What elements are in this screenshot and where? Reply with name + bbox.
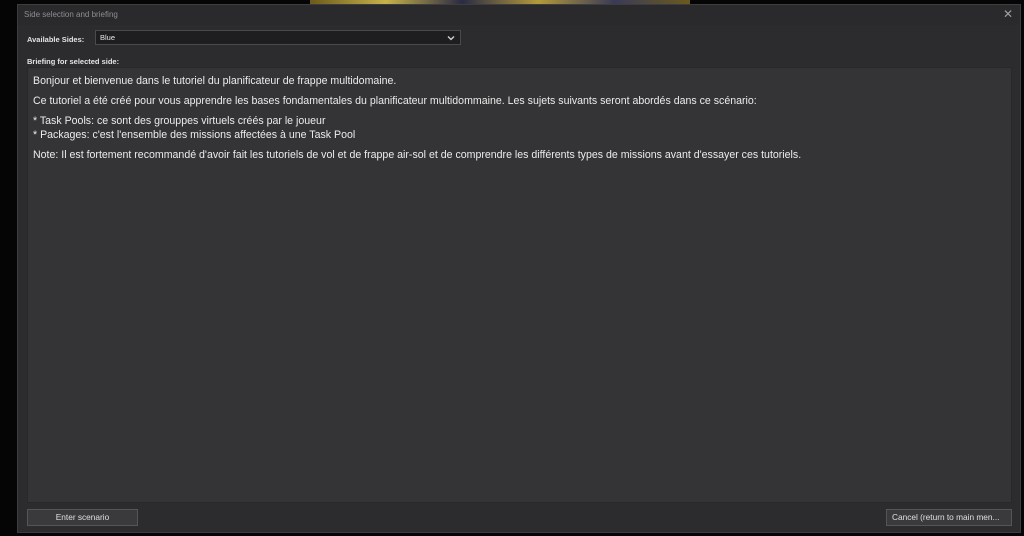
title-bar: Side selection and briefing ✕ (18, 5, 1020, 25)
enter-scenario-button[interactable]: Enter scenario (27, 509, 138, 526)
briefing-paragraph: Ce tutoriel a été créé pour vous apprend… (33, 95, 757, 107)
briefing-paragraph: Bonjour et bienvenue dans le tutoriel du… (33, 75, 397, 87)
briefing-note: Note: Il est fortement recommandé d'avoi… (33, 149, 802, 161)
available-sides-label: Available Sides: (27, 35, 85, 44)
window-title: Side selection and briefing (24, 10, 118, 19)
briefing-bullet: * Packages: c'est l'ensemble des mission… (33, 129, 356, 141)
briefing-bullet-list: * Task Pools: ce sont des grouppes virtu… (33, 114, 1006, 142)
briefing-bullet: * Task Pools: ce sont des grouppes virtu… (33, 115, 326, 127)
chevron-down-icon (447, 36, 455, 41)
close-icon[interactable]: ✕ (1001, 7, 1015, 21)
side-selection-dialog: Side selection and briefing ✕ Available … (17, 4, 1021, 533)
briefing-text-area[interactable]: Bonjour et bienvenue dans le tutoriel du… (27, 67, 1012, 503)
cancel-button[interactable]: Cancel (return to main men... (886, 509, 1012, 526)
selected-side-value: Blue (100, 33, 116, 42)
available-sides-dropdown[interactable]: Blue (95, 30, 461, 45)
briefing-label: Briefing for selected side: (27, 57, 120, 66)
